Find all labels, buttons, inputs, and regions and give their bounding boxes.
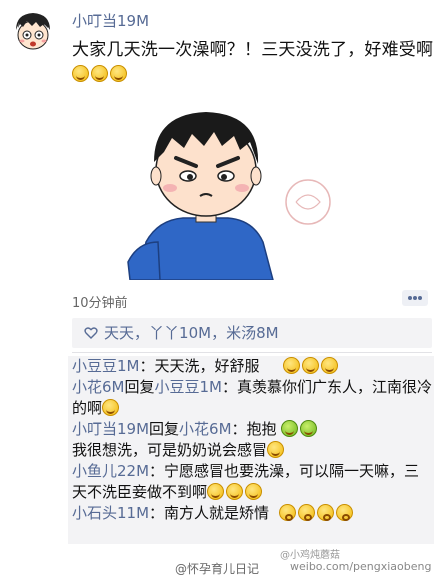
- hug-emoji-icon: [281, 420, 299, 437]
- like-separator: ，: [211, 324, 227, 342]
- laugh-emoji-icon: [102, 399, 120, 416]
- post-time: 10分钟前: [72, 296, 128, 311]
- laugh-emoji-icon: [226, 483, 244, 500]
- weibo-handle-watermark: @小鸡炖蘑菇: [280, 550, 340, 561]
- comment-item[interactable]: 小叮当19M回复小花6M：抱抱 我很想洗，可是奶奶说会感冒: [68, 419, 434, 461]
- laugh-emoji-icon: [207, 483, 225, 500]
- comment-more-button[interactable]: [402, 290, 428, 306]
- post-author[interactable]: 小叮当19M: [72, 10, 149, 31]
- reply-word: 回复: [149, 420, 180, 438]
- like-separator: ，: [134, 324, 150, 342]
- comment-item[interactable]: 小花6M回复小豆豆1M：真羡慕你们广东人，江南很冷的啊: [68, 377, 434, 419]
- comment-author[interactable]: 小豆豆1M: [72, 357, 140, 375]
- comment-item[interactable]: 小豆豆1M：天天洗，好舒服: [68, 356, 434, 377]
- hug-emoji-icon: [300, 420, 318, 437]
- moments-post: 小叮当19M 大家几天洗一次澡啊？！三天没洗了，好难受啊 10分钟前 天天，丫丫…: [0, 0, 440, 582]
- heart-icon: [84, 327, 98, 339]
- laugh-emoji-icon: [91, 65, 108, 82]
- source-watermark: @怀孕育儿日记: [175, 562, 260, 576]
- weibo-url-watermark: weibo.com/pengxiaobeng: [290, 560, 432, 573]
- comment-item[interactable]: 小石头11M：南方人就是矫情: [68, 503, 434, 524]
- comment-item[interactable]: 小鱼儿22M：宁愿感冒也要洗澡，可以隔一天嘛，三天不洗臣妾做不到啊: [68, 461, 434, 503]
- kiss-emoji-icon: [316, 504, 334, 521]
- comment-author[interactable]: 小鱼儿22M: [72, 462, 149, 480]
- post-text: 大家几天洗一次澡啊？！三天没洗了，好难受啊: [72, 38, 434, 86]
- like-name[interactable]: 天天: [104, 324, 134, 342]
- post-image-boy-illustration[interactable]: [68, 92, 368, 280]
- comment-author[interactable]: 小石头11M: [72, 504, 149, 522]
- comment-text: ：南方人就是矫情: [149, 504, 270, 522]
- reply-word: 回复: [124, 378, 155, 396]
- dot-icon: [418, 296, 422, 300]
- laugh-emoji-icon: [72, 65, 89, 82]
- comment-text: ：抱抱: [231, 420, 277, 438]
- comment-list: 小豆豆1M：天天洗，好舒服 小花6M回复小豆豆1M：真羡慕你们广东人，江南很冷的…: [68, 356, 434, 544]
- laugh-emoji-icon: [283, 357, 301, 374]
- kiss-emoji-icon: [278, 504, 296, 521]
- comment-text: 我很想洗，可是奶奶说会感冒: [72, 441, 268, 459]
- dot-icon: [408, 296, 412, 300]
- laugh-emoji-icon: [321, 357, 339, 374]
- laugh-emoji-icon: [110, 65, 127, 82]
- comment-author[interactable]: 小叮当19M: [72, 420, 149, 438]
- laugh-emoji-icon: [267, 441, 285, 458]
- kiss-emoji-icon: [297, 504, 315, 521]
- reply-target[interactable]: 小豆豆1M: [155, 378, 223, 396]
- comment-text: ：天天洗，好舒服: [139, 357, 260, 375]
- comment-author[interactable]: 小花6M: [72, 378, 125, 396]
- divider: [72, 352, 432, 353]
- kiss-emoji-icon: [335, 504, 353, 521]
- laugh-emoji-icon: [245, 483, 263, 500]
- reply-target[interactable]: 小花6M: [179, 420, 232, 438]
- dot-icon: [413, 296, 417, 300]
- like-name[interactable]: 丫丫10M: [149, 324, 211, 342]
- likes-bar: 天天，丫丫10M，米汤8M: [72, 318, 432, 348]
- avatar[interactable]: [10, 8, 56, 54]
- post-text-content: 大家几天洗一次澡啊？！三天没洗了，好难受啊: [72, 40, 434, 60]
- like-name[interactable]: 米汤8M: [226, 324, 279, 342]
- laugh-emoji-icon: [302, 357, 320, 374]
